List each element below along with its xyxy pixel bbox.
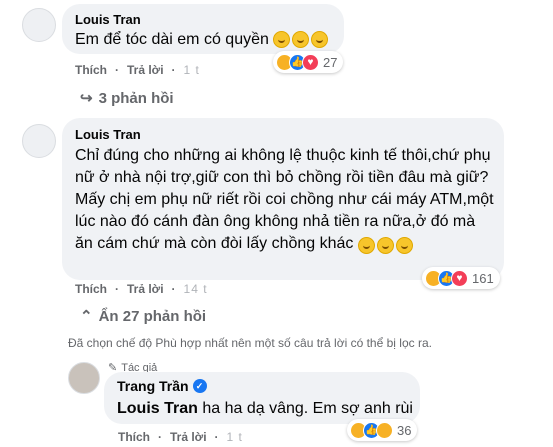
avatar[interactable] — [68, 362, 100, 394]
avatar[interactable] — [22, 8, 56, 42]
reaction-summary[interactable]: 👍 36 — [347, 419, 418, 441]
reaction-count: 27 — [323, 54, 338, 70]
reply-link[interactable]: Trả lời — [170, 430, 207, 444]
grin-emoji-run — [273, 31, 329, 49]
comment-text: Chỉ đúng cho những ai không lệ thuộc kin… — [75, 145, 495, 255]
comment-text-content: Chỉ đúng cho những ai không lệ thuộc kin… — [75, 147, 494, 252]
like-link[interactable]: Thích — [118, 430, 150, 444]
comment-author[interactable]: Louis Tran — [75, 127, 141, 142]
reaction-summary[interactable]: 👍 ♥ 161 — [422, 267, 500, 289]
reply-actions: Thích · Trả lời · 1 t — [118, 430, 243, 444]
comment-actions: Thích · Trả lời · 1 t — [75, 63, 200, 77]
chevron-up-icon: ⌃ — [80, 308, 93, 325]
comment-text-content: Em để tóc dài em có quyền — [75, 31, 269, 48]
timestamp-link[interactable]: 1 t — [227, 430, 243, 444]
separator: · — [115, 63, 119, 77]
reaction-count: 161 — [472, 270, 494, 286]
reply-text: Louis Tran ha ha dạ vâng. Em sợ anh rùi — [117, 398, 413, 420]
love-reaction-icon: ♥ — [302, 53, 319, 71]
separator: · — [158, 430, 162, 444]
separator: · — [115, 282, 119, 296]
reaction-count: 36 — [397, 422, 412, 438]
comment-text: Em để tóc dài em có quyền — [75, 29, 329, 51]
comment-bubble: Louis Tran Chỉ đúng cho những ai không l… — [62, 118, 504, 280]
avatar[interactable] — [22, 124, 56, 158]
verified-badge-icon: ✓ — [192, 379, 207, 393]
reply-link[interactable]: Trả lời — [127, 63, 164, 77]
reply-author-row: Trang Trần ✓ — [117, 378, 207, 394]
filter-notice: Đã chọn chế độ Phù hợp nhất nên một số c… — [68, 336, 432, 350]
reply-author[interactable]: Trang Trần — [117, 378, 189, 394]
separator: · — [171, 63, 176, 77]
smirk-emoji-icon — [376, 237, 394, 255]
love-reaction-icon: ♥ — [451, 269, 468, 287]
comment-author[interactable]: Louis Tran — [75, 12, 141, 27]
timestamp-link[interactable]: 14 t — [184, 282, 208, 296]
reaction-summary[interactable]: 👍 ♥ 27 — [273, 51, 344, 73]
grin-emoji-icon — [292, 31, 310, 49]
separator: · — [214, 430, 219, 444]
reply-bubble: Trang Trần ✓ Louis Tran ha ha dạ vâng. E… — [104, 372, 420, 424]
replies-label: Ẩn 27 phản hồi — [98, 307, 207, 325]
reply-arrow-icon: ↪ — [80, 90, 93, 107]
mention-link[interactable]: Louis Tran — [117, 400, 198, 417]
smirk-emoji-icon — [357, 237, 375, 255]
like-link[interactable]: Thích — [75, 282, 107, 296]
comment-bubble: Louis Tran Em để tóc dài em có quyền — [62, 4, 344, 54]
reply-text-content: ha ha dạ vâng. Em sợ anh rùi — [202, 400, 413, 417]
view-replies-link[interactable]: ↪ 3 phản hồi — [80, 89, 174, 108]
reply-link[interactable]: Trả lời — [127, 282, 164, 296]
wow-reaction-icon — [376, 421, 393, 439]
timestamp-link[interactable]: 1 t — [184, 63, 200, 77]
like-link[interactable]: Thích — [75, 63, 107, 77]
smirk-emoji-run — [357, 237, 413, 255]
replies-label: 3 phản hồi — [98, 89, 174, 107]
comment-actions: Thích · Trả lời · 14 t — [75, 282, 208, 296]
grin-emoji-icon — [311, 31, 329, 49]
hide-replies-link[interactable]: ⌃ Ẩn 27 phản hồi — [80, 307, 207, 326]
grin-emoji-icon — [273, 31, 291, 49]
separator: · — [171, 282, 176, 296]
smirk-emoji-icon — [395, 237, 413, 255]
